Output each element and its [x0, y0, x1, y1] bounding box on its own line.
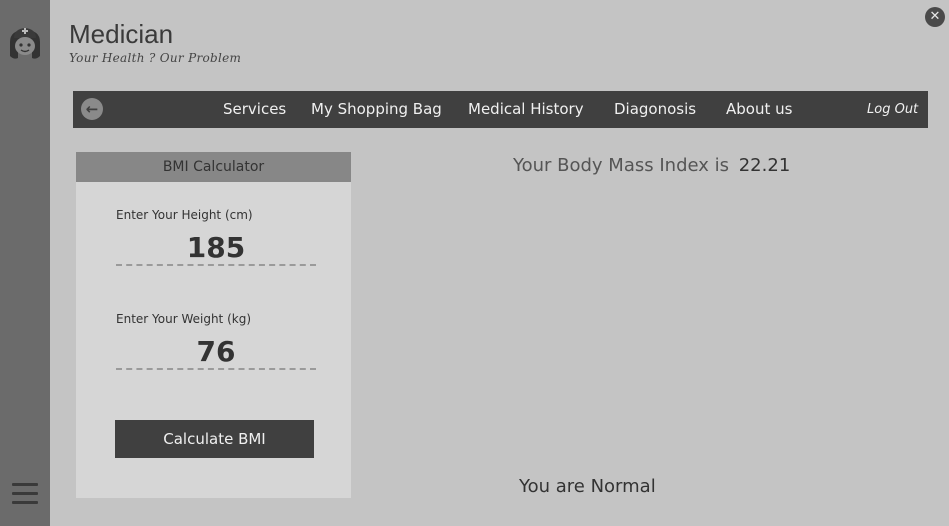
nav-services[interactable]: Services [223, 100, 286, 118]
bmi-status: You are Normal [519, 476, 656, 497]
height-input[interactable] [116, 230, 316, 266]
weight-label: Enter Your Weight (kg) [116, 312, 252, 326]
nav-diagnosis[interactable]: Diagonosis [614, 100, 696, 118]
bmi-value: 22.21 [738, 155, 791, 176]
nav-shopping-bag[interactable]: My Shopping Bag [311, 100, 442, 118]
nurse-icon [6, 24, 44, 62]
close-icon[interactable]: ✕ [925, 7, 945, 27]
weight-input[interactable] [116, 334, 316, 370]
hamburger-icon[interactable] [12, 483, 38, 505]
app-title: Medician [69, 19, 174, 49]
logout-link[interactable]: Log Out [867, 102, 918, 117]
bmi-panel-header: BMI Calculator [76, 152, 351, 182]
sidebar [0, 0, 50, 526]
nav-medical-history[interactable]: Medical History [468, 100, 584, 118]
bmi-calculator-panel: BMI Calculator Enter Your Height (cm) En… [76, 152, 351, 498]
arrow-left-icon[interactable]: ← [81, 98, 103, 120]
bmi-result: Your Body Mass Index is 22.21 [513, 155, 790, 176]
navbar: ← Services My Shopping Bag Medical Histo… [73, 91, 928, 128]
calculate-bmi-button[interactable]: Calculate BMI [115, 420, 314, 458]
bmi-result-label: Your Body Mass Index is [513, 155, 729, 176]
nav-about-us[interactable]: About us [726, 100, 792, 118]
height-label: Enter Your Height (cm) [116, 208, 253, 222]
app-tagline: Your Health ? Our Problem [69, 51, 242, 65]
